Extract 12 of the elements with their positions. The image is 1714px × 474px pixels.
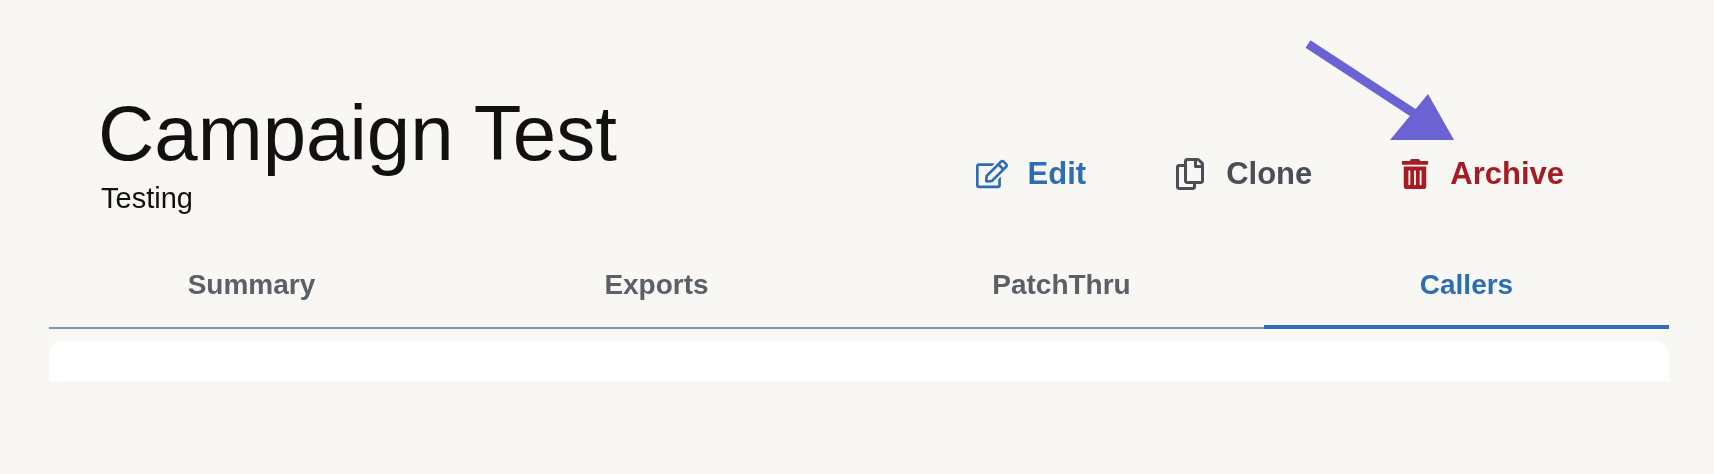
archive-button[interactable]: Archive [1400,156,1564,192]
page-title: Campaign Test [98,88,617,178]
clone-button[interactable]: Clone [1174,156,1313,192]
copy-icon [1174,158,1207,190]
page-subtitle: Testing [101,182,194,215]
tab[interactable]: PatchThru [859,257,1264,329]
edit-button[interactable]: Edit [975,156,1087,192]
tab[interactable]: Callers [1264,257,1669,329]
tab[interactable]: Summary [49,257,454,329]
trash-icon [1400,159,1431,189]
tab[interactable]: Exports [454,257,859,329]
edit-icon [975,158,1008,190]
